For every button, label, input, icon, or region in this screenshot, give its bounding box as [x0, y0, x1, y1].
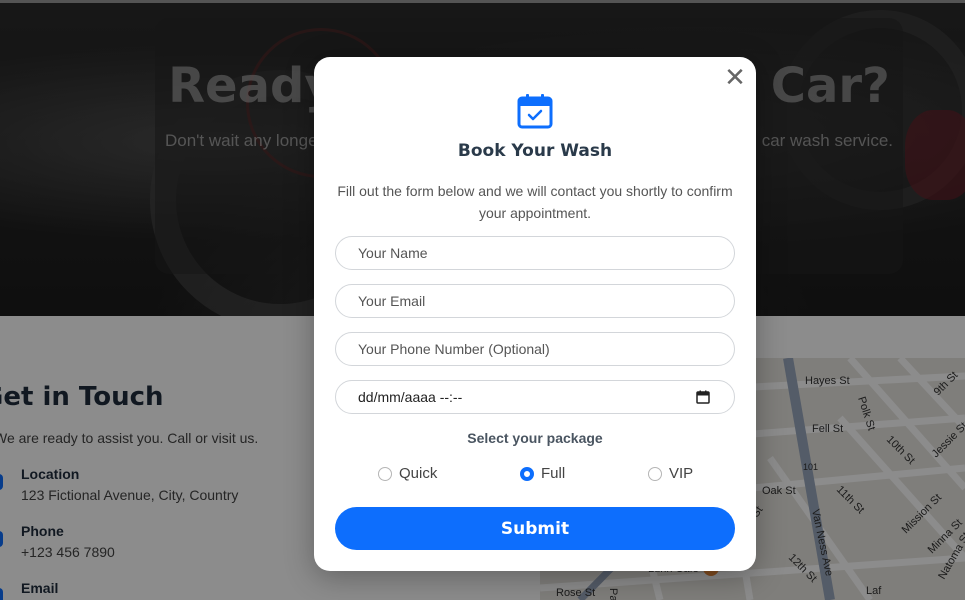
modal-description: Fill out the form below and we will cont… — [337, 183, 733, 221]
package-label: Select your package — [467, 430, 603, 446]
modal-title: Book Your Wash — [457, 141, 613, 161]
phone-input[interactable] — [335, 332, 735, 366]
submit-button[interactable]: Submit — [335, 507, 735, 550]
package-option-vip[interactable]: VIP — [648, 465, 708, 483]
radio-quick[interactable] — [378, 467, 392, 481]
datetime-value: dd/mm/aaaa --:-- — [358, 389, 463, 405]
radio-label-full[interactable]: Full — [541, 465, 565, 482]
datetime-input[interactable]: dd/mm/aaaa --:-- — [335, 380, 735, 414]
booking-modal: ✕ Book Your Wash Fill out the form below… — [314, 57, 756, 571]
package-option-quick[interactable]: Quick — [378, 465, 448, 483]
radio-label-vip[interactable]: VIP — [669, 465, 693, 482]
name-input[interactable] — [335, 236, 735, 270]
email-input[interactable] — [335, 284, 735, 318]
radio-label-quick[interactable]: Quick — [399, 465, 437, 482]
radio-vip[interactable] — [648, 467, 662, 481]
close-icon[interactable]: ✕ — [724, 64, 746, 90]
package-option-full[interactable]: Full — [520, 465, 580, 483]
radio-full[interactable] — [520, 467, 534, 481]
calendar-check-icon — [517, 94, 553, 129]
calendar-picker-icon[interactable] — [696, 390, 710, 404]
